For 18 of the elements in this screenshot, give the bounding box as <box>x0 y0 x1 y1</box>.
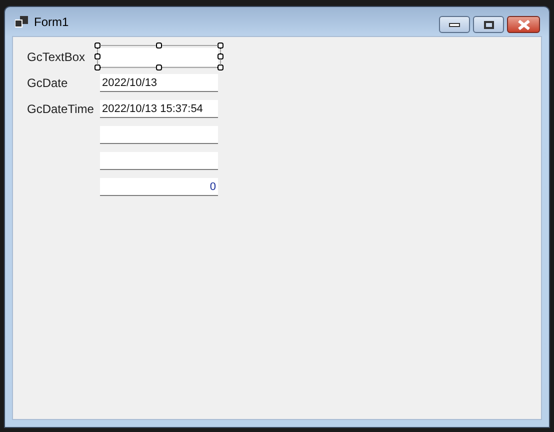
input-field[interactable]: 2022/10/13 <box>100 74 218 92</box>
maximize-icon <box>484 20 494 28</box>
input-field[interactable]: 0 <box>100 178 218 196</box>
window-title: Form1 <box>34 14 70 28</box>
close-button[interactable] <box>507 16 540 33</box>
app-icon <box>15 16 28 28</box>
close-icon <box>518 20 530 30</box>
field-label: GcTextBox <box>27 50 86 64</box>
selection-frame[interactable] <box>94 42 224 70</box>
field-label: GcDate <box>27 76 69 90</box>
field-label: GcDateTime <box>27 102 95 116</box>
input-field[interactable]: 2022/10/13 15:37:54 <box>100 100 218 118</box>
minimize-icon <box>449 22 460 26</box>
maximize-button[interactable] <box>473 16 504 33</box>
input-field[interactable] <box>100 48 218 66</box>
input-field[interactable] <box>100 126 218 144</box>
minimize-button[interactable] <box>439 16 470 33</box>
input-field[interactable] <box>100 152 218 170</box>
